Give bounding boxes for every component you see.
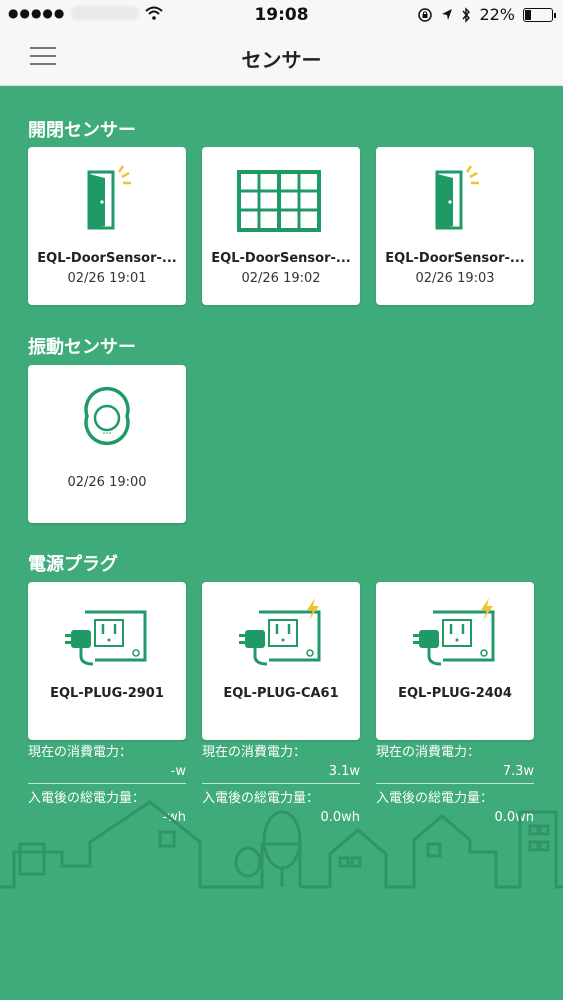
door-open-icon [435, 165, 479, 230]
section-title-vibration-sensors: 振動センサー [28, 337, 136, 358]
sensor-timestamp: 02/26 19:01 [67, 271, 147, 286]
battery-percent: 22% [479, 5, 515, 24]
bluetooth-icon [462, 6, 471, 23]
status-bar: ●●●●● 19:08 22% [0, 0, 563, 30]
location-icon [442, 8, 453, 20]
power-value: 7.3w [376, 764, 534, 784]
section-title-door-sensors: 開閉センサー [28, 120, 136, 141]
power-label: 現在の消費電力： [202, 745, 307, 760]
door-sensor-card-3[interactable]: EQL-DoorSensor-... 02/26 19:03 [376, 147, 534, 305]
plug-1-power: 現在の消費電力： -w [28, 741, 186, 784]
plug-3-power: 現在の消費電力： 7.3w [376, 741, 534, 784]
door-sensor-card-1[interactable]: EQL-DoorSensor-... 02/26 19:01 [28, 147, 186, 305]
power-plug-card-1[interactable]: EQL-PLUG-2901 [28, 582, 186, 740]
plug-outlet-active-icon [413, 598, 495, 666]
sensor-timestamp: 02/26 19:03 [415, 271, 495, 286]
plug-outlet-active-icon [239, 598, 321, 666]
plug-name: EQL-PLUG-CA61 [223, 686, 339, 701]
sensor-timestamp: 02/26 19:02 [241, 271, 321, 286]
rotation-lock-icon [418, 7, 433, 22]
door-sensor-card-2[interactable]: EQL-DoorSensor-... 02/26 19:02 [202, 147, 360, 305]
sensor-timestamp: 02/26 19:00 [67, 475, 147, 490]
door-open-icon [87, 165, 131, 230]
plug-outlet-icon [65, 610, 147, 666]
power-label: 現在の消費電力： [376, 745, 481, 760]
power-plug-card-2[interactable]: EQL-PLUG-CA61 [202, 582, 360, 740]
plug-2-power: 現在の消費電力： 3.1w [202, 741, 360, 784]
power-value: -w [28, 764, 186, 784]
town-skyline-illustration [0, 800, 563, 889]
battery-icon [523, 7, 556, 22]
section-title-power-plugs: 電源プラグ [28, 554, 118, 575]
vibration-sensor-icon [84, 386, 130, 446]
plug-name: EQL-PLUG-2901 [50, 686, 164, 701]
plug-name: EQL-PLUG-2404 [398, 686, 512, 701]
sensor-name: EQL-DoorSensor-... [385, 251, 525, 266]
power-label: 現在の消費電力： [28, 745, 133, 760]
sensor-name: EQL-DoorSensor-... [211, 251, 351, 266]
power-value: 3.1w [202, 764, 360, 784]
window-icon [237, 170, 321, 232]
power-plug-card-3[interactable]: EQL-PLUG-2404 [376, 582, 534, 740]
sensor-name: EQL-DoorSensor-... [37, 251, 177, 266]
navigation-bar: センサー [0, 30, 563, 86]
vibration-sensor-card-1[interactable]: 02/26 19:00 [28, 365, 186, 523]
page-title: センサー [241, 48, 322, 72]
